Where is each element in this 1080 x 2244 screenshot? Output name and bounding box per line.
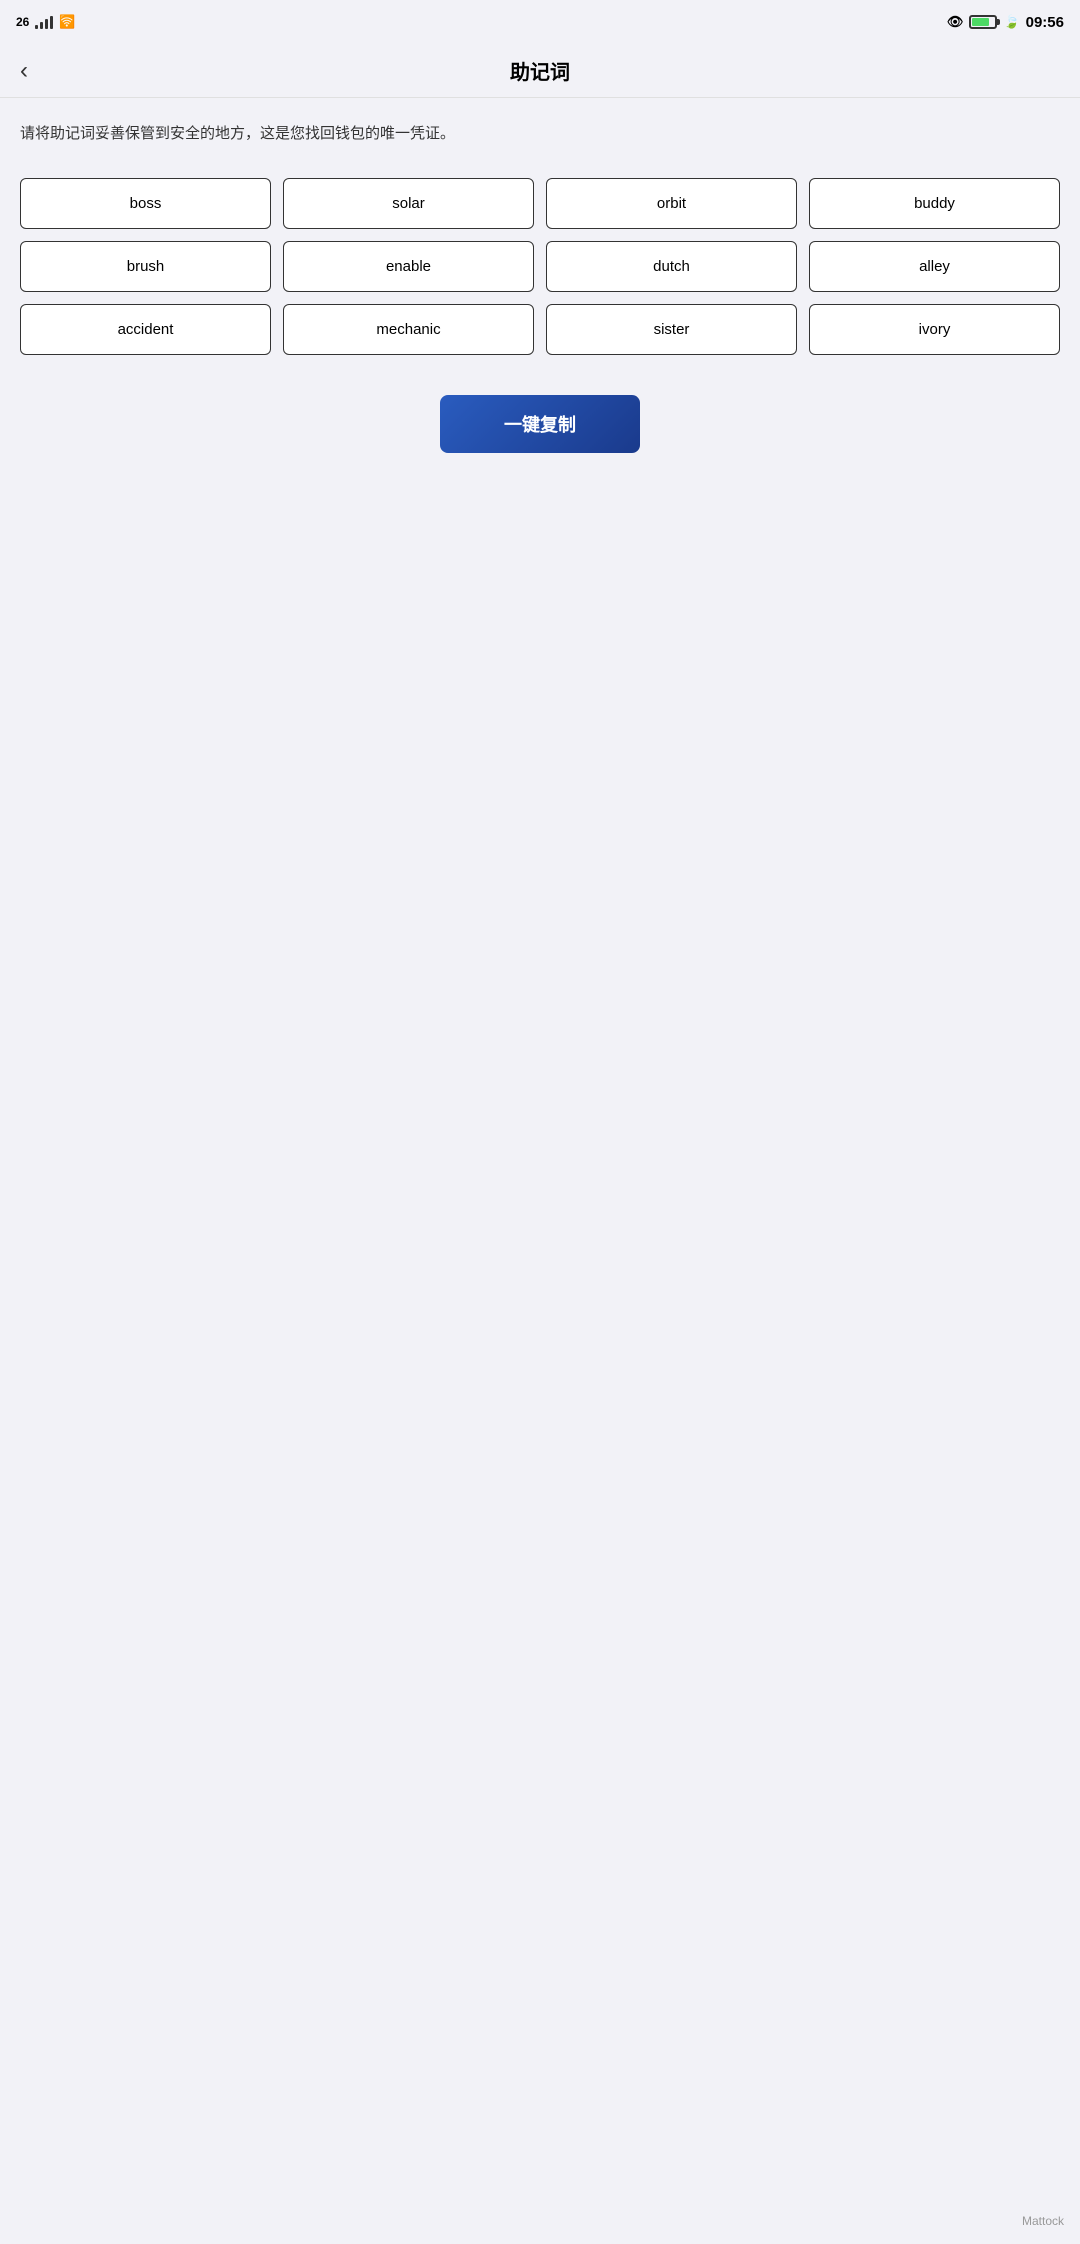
- network-label: 26: [16, 15, 29, 29]
- mnemonic-word-10: mechanic: [283, 304, 534, 355]
- mnemonic-word-3: orbit: [546, 178, 797, 229]
- status-left: 26 🛜: [16, 14, 76, 30]
- copy-button-container: 一键复制: [20, 395, 1060, 453]
- page-title: 助记词: [510, 56, 570, 85]
- status-bar: 26 🛜 👁 🍃 09:56: [0, 0, 1080, 44]
- footer-watermark: Mattock: [0, 2206, 1080, 2244]
- mnemonic-word-2: solar: [283, 178, 534, 229]
- mnemonic-grid: bosssolarorbitbuddy brushenabledutchalley…: [20, 178, 1060, 355]
- nav-bar: ‹ 助记词: [0, 44, 1080, 98]
- mnemonic-word-12: ivory: [809, 304, 1060, 355]
- time-display: 09:56: [1026, 14, 1064, 31]
- back-button[interactable]: ‹: [16, 53, 32, 89]
- mnemonic-word-11: sister: [546, 304, 797, 355]
- wifi-icon: 🛜: [59, 14, 75, 30]
- mnemonic-word-6: enable: [283, 241, 534, 292]
- mnemonic-word-4: buddy: [809, 178, 1060, 229]
- status-right: 👁 🍃 09:56: [947, 14, 1064, 31]
- leaf-icon: 🍃: [1003, 14, 1019, 30]
- description-text: 请将助记词妥善保管到安全的地方，这是您找回钱包的唯一凭证。: [20, 122, 1060, 146]
- signal-icon: [35, 15, 53, 29]
- mnemonic-word-5: brush: [20, 241, 271, 292]
- mnemonic-word-8: alley: [809, 241, 1060, 292]
- battery-icon: [969, 15, 997, 29]
- mnemonic-word-7: dutch: [546, 241, 797, 292]
- eye-icon: 👁: [947, 14, 964, 30]
- mnemonic-word-9: accident: [20, 304, 271, 355]
- mnemonic-word-1: boss: [20, 178, 271, 229]
- content-area: 请将助记词妥善保管到安全的地方，这是您找回钱包的唯一凭证。 bosssolaro…: [0, 98, 1080, 2206]
- copy-button[interactable]: 一键复制: [440, 395, 640, 453]
